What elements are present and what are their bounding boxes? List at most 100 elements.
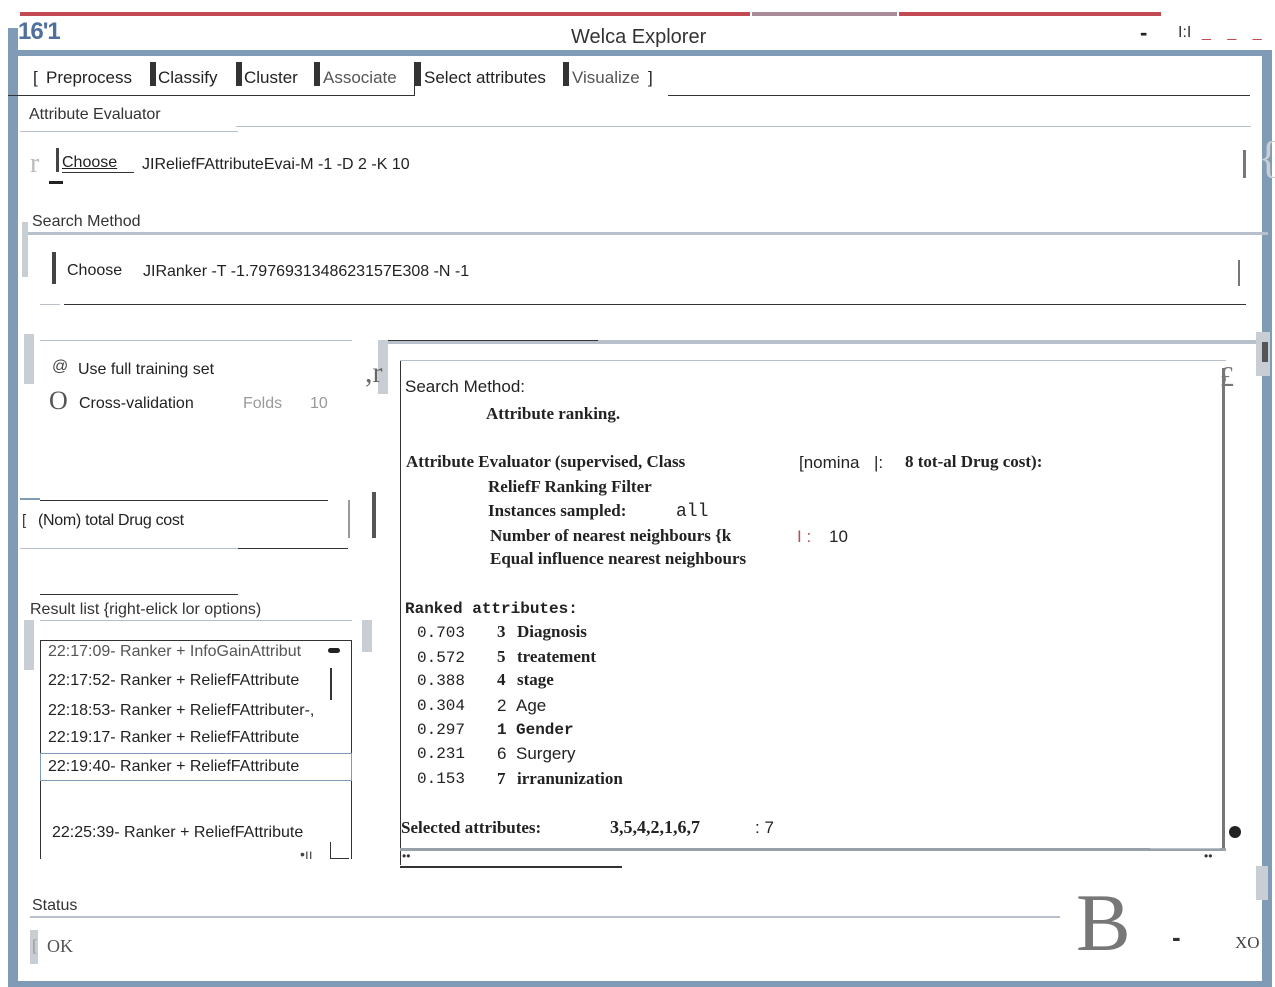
attribute-evaluator-choose-button[interactable]: Choose bbox=[62, 154, 117, 172]
output-border-inner bbox=[400, 360, 1226, 361]
log-button-icon[interactable]: B bbox=[1076, 882, 1131, 964]
ranked-name: Age bbox=[516, 696, 547, 715]
section-divider bbox=[236, 126, 1251, 127]
ranked-name: treatement bbox=[517, 647, 596, 666]
output-search-method: Search Method: bbox=[405, 377, 526, 396]
app-icon[interactable]: 16'1 bbox=[18, 18, 61, 46]
output-hscrollbar[interactable] bbox=[400, 848, 1226, 867]
attribute-evaluator-value[interactable]: JIReliefFAttributeEvai-M -1 -D 2 -K 10 bbox=[142, 156, 410, 174]
choose-button-underline bbox=[62, 172, 134, 173]
output-scrollbar[interactable] bbox=[1222, 368, 1225, 848]
output-instances-label: Instances sampled: bbox=[488, 501, 627, 520]
hscroll-right-icon[interactable]: •• bbox=[1204, 849, 1212, 863]
tab-associate[interactable]: Associate bbox=[323, 68, 397, 88]
result-list-item[interactable]: 22:25:39- Ranker + ReliefFAttribute bbox=[52, 824, 303, 842]
result-list-divider bbox=[40, 594, 238, 595]
class-select-bracket: [ bbox=[22, 512, 27, 529]
full-training-radio[interactable]: @ bbox=[52, 358, 68, 376]
output-equal-influence: Equal influence nearest neighbours bbox=[490, 549, 747, 568]
ranked-index: 3 bbox=[497, 622, 506, 641]
close-button[interactable]: _ _ _ bbox=[1202, 24, 1268, 42]
tab-select-attributes[interactable]: Select attributes bbox=[424, 68, 546, 88]
maximize-button[interactable]: I:I bbox=[1178, 24, 1191, 42]
stray-shadow bbox=[24, 620, 34, 670]
attribute-evaluator-label: Attribute Evaluator bbox=[29, 106, 161, 123]
minimize-button[interactable]: - bbox=[1140, 20, 1147, 46]
window-frame-top bbox=[8, 50, 1272, 56]
ranked-score: 0.304 bbox=[417, 697, 466, 715]
title-accent-bar-right bbox=[899, 12, 1161, 16]
hscroll-left-icon[interactable]: •• bbox=[402, 849, 410, 863]
folds-input[interactable]: 10 bbox=[310, 395, 328, 413]
tabs-close-bracket: ] bbox=[648, 68, 653, 87]
output-evaluator-prefix: Attribute Evaluator (supervised, Class bbox=[406, 452, 686, 471]
result-list-label: Result list {right-elick lor options) bbox=[30, 601, 262, 618]
ranked-index: 1 bbox=[497, 721, 507, 739]
search-method-choose-button[interactable]: Choose bbox=[67, 262, 122, 280]
title-accent-bar bbox=[20, 12, 750, 16]
corner-glyph: £ bbox=[1220, 362, 1234, 393]
tab-preprocess[interactable]: Preprocess bbox=[46, 68, 132, 88]
window-title: Welca Explorer bbox=[571, 26, 707, 48]
tab-separator bbox=[563, 62, 569, 86]
choose-button-edge bbox=[56, 148, 59, 172]
select-accent bbox=[20, 498, 40, 500]
class-select[interactable]: (Nom) total Drug cost bbox=[38, 512, 184, 530]
window-frame-bottom bbox=[8, 981, 1272, 987]
result-list-item[interactable]: 22:17:52- Ranker + ReliefFAttribute bbox=[48, 672, 299, 690]
tab-classify[interactable]: Classify bbox=[158, 68, 218, 88]
ranked-index: 6 bbox=[497, 744, 507, 763]
ranked-name: Surgery bbox=[516, 744, 576, 763]
ranked-index: 5 bbox=[497, 647, 506, 666]
stray-shadow bbox=[24, 334, 34, 384]
scroll-corner bbox=[330, 842, 349, 859]
output-class-name: 8 tot-al Drug cost): bbox=[905, 452, 1043, 471]
output-neighbours-sep: I : bbox=[797, 527, 812, 546]
window-frame-left bbox=[8, 28, 18, 983]
tab-cluster[interactable]: Cluster bbox=[244, 68, 298, 88]
ranked-score: 0.231 bbox=[417, 745, 466, 763]
cross-validation-radio[interactable]: O bbox=[49, 386, 68, 416]
choose-focus-mark bbox=[49, 181, 63, 184]
tab-selected-edge bbox=[414, 62, 415, 96]
ranked-name: irranunization bbox=[517, 769, 623, 788]
output-border-top-left bbox=[386, 340, 598, 341]
field-right-edge bbox=[1238, 260, 1240, 286]
output-neighbours-label: Number of nearest neighbours {k bbox=[490, 526, 732, 545]
output-scroll-down-icon[interactable] bbox=[1229, 826, 1241, 838]
section-divider bbox=[40, 304, 60, 305]
ranked-score: 0.572 bbox=[417, 649, 466, 667]
title-accent-bar-mid bbox=[752, 12, 897, 16]
select-right-edge bbox=[348, 500, 350, 538]
ranked-score: 0.153 bbox=[417, 770, 466, 788]
result-list-item[interactable]: 22:19:40- Ranker + ReliefFAttribute bbox=[48, 758, 299, 776]
scroll-dots-icon: •ıı bbox=[300, 846, 313, 862]
output-neighbours-value: 10 bbox=[829, 527, 848, 546]
tab-underline-right bbox=[668, 95, 1250, 96]
ranked-score: 0.297 bbox=[417, 721, 466, 739]
stray-shadow bbox=[22, 222, 28, 277]
output-attribute-ranking: Attribute ranking. bbox=[486, 404, 621, 423]
scroll-up-icon[interactable] bbox=[328, 648, 340, 653]
search-method-value[interactable]: JIRanker -T -1.7976931348623157E308 -N -… bbox=[143, 263, 469, 281]
output-selected-label: Selected attributes: bbox=[401, 818, 542, 837]
tab-visualize[interactable]: Visualize bbox=[572, 68, 640, 88]
status-text: OK bbox=[47, 936, 73, 956]
section-divider bbox=[28, 232, 1268, 235]
stray-shadow bbox=[362, 620, 372, 652]
status-divider bbox=[30, 916, 1060, 918]
result-list-item[interactable]: 22:17:09- Ranker + InfoGainAttribut bbox=[48, 643, 301, 661]
stray-glyph: r bbox=[30, 148, 40, 179]
output-ranked-header: Ranked attributes: bbox=[405, 600, 578, 618]
tab-separator bbox=[150, 62, 156, 86]
output-instances-value: all bbox=[676, 502, 709, 522]
search-method-label: Search Method bbox=[32, 213, 141, 230]
tab-separator bbox=[236, 62, 242, 86]
result-list-item[interactable]: 22:18:53- Ranker + ReliefFAttributer-, bbox=[48, 702, 314, 720]
result-list-item[interactable]: 22:19:17- Ranker + ReliefFAttribute bbox=[48, 729, 299, 747]
window-frame-right bbox=[1262, 52, 1272, 987]
stray-shadow bbox=[1256, 866, 1268, 900]
scrollbar-track[interactable] bbox=[330, 668, 332, 700]
select-border-top bbox=[40, 500, 328, 501]
stray-glyph: ,r bbox=[365, 356, 383, 389]
